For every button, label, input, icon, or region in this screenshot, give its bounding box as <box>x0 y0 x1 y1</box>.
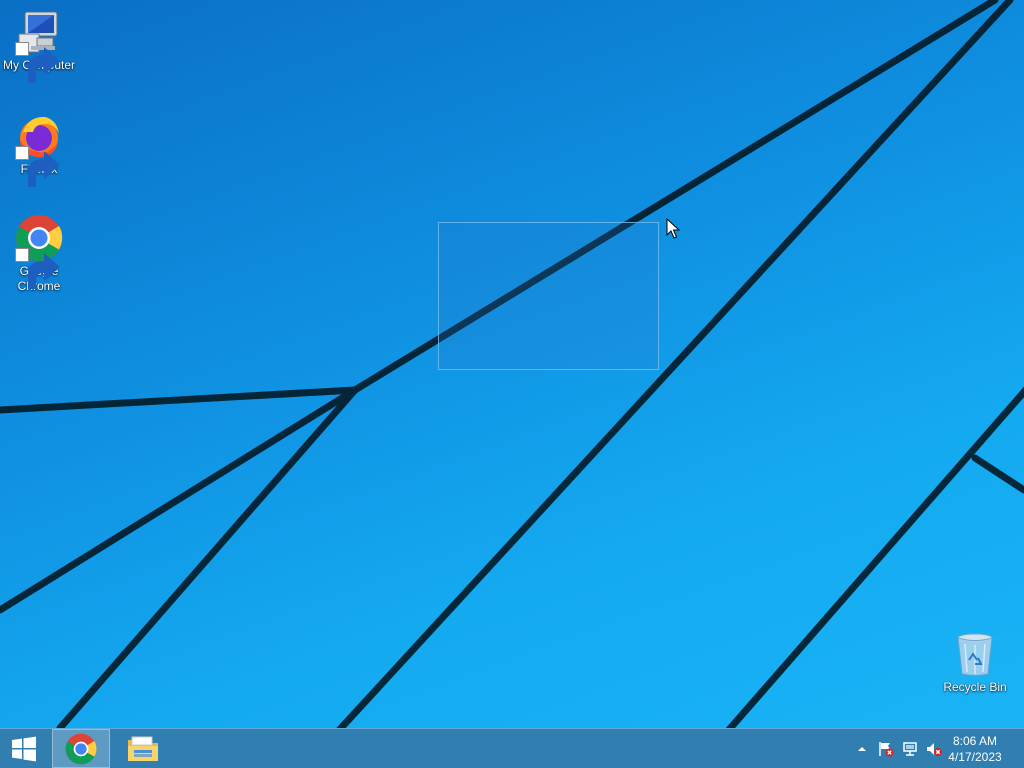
show-hidden-icons-icon[interactable] <box>854 741 870 757</box>
clock-date: 4/17/2023 <box>948 750 1002 764</box>
mouse-cursor-icon <box>666 218 680 239</box>
desktop-icon-google-chrome[interactable]: Google Chrome <box>0 214 78 294</box>
taskbar-file-explorer-button[interactable] <box>114 729 172 768</box>
system-tray: 8:06 AM 4/17/2023 <box>834 729 1024 768</box>
desktop-icon-label: Recycle Bin <box>943 680 1007 694</box>
recycle-bin-icon <box>957 633 993 676</box>
desktop-icon-firefox[interactable]: Firefox <box>0 112 78 187</box>
taskbar-clock[interactable]: 8:06 AM 4/17/2023 <box>940 733 1010 765</box>
shortcut-arrow-icon <box>15 42 60 83</box>
taskbar: 8:06 AM 4/17/2023 <box>0 728 1024 768</box>
drag-selection-rectangle <box>438 222 659 370</box>
file-explorer-icon <box>128 736 158 761</box>
desktop-icon-recycle-bin[interactable]: Recycle Bin <box>936 630 1014 695</box>
taskbar-chrome-button[interactable] <box>52 729 110 768</box>
clock-time: 8:06 AM <box>952 734 998 748</box>
shortcut-arrow-icon <box>15 146 60 187</box>
windows-logo-icon <box>12 736 36 761</box>
chrome-icon <box>65 733 97 764</box>
desktop[interactable]: My Computer Firefox <box>0 0 1024 728</box>
desktop-icon-my-computer[interactable]: My Computer <box>0 8 78 83</box>
network-icon[interactable] <box>902 741 918 757</box>
shortcut-arrow-icon <box>15 248 60 289</box>
action-center-flag-icon[interactable] <box>878 741 894 757</box>
start-button[interactable] <box>0 729 48 768</box>
